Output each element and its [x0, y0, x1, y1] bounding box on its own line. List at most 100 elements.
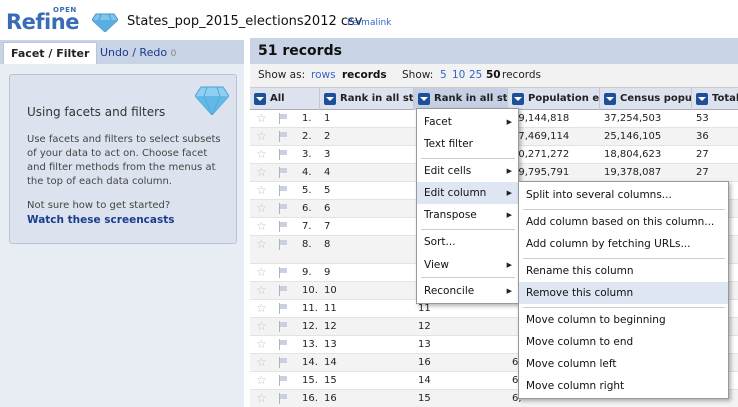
- menu-item-move-left[interactable]: Move column left: [519, 353, 728, 375]
- star-icon[interactable]: ☆: [256, 130, 267, 142]
- menu-item-view[interactable]: View: [417, 254, 518, 276]
- star-icon[interactable]: ☆: [256, 266, 267, 278]
- menu-separator: [523, 307, 725, 308]
- star-icon[interactable]: ☆: [256, 184, 267, 196]
- flag-icon[interactable]: [279, 339, 289, 350]
- menu-item-edit-column[interactable]: Edit column: [417, 182, 518, 204]
- cell-rank2: 15: [418, 393, 431, 404]
- star-icon[interactable]: ☆: [256, 220, 267, 232]
- star-icon[interactable]: ☆: [256, 392, 267, 404]
- menu-item-edit-cells[interactable]: Edit cells: [417, 160, 518, 182]
- menu-item-text-filter[interactable]: Text filter: [417, 133, 518, 155]
- menu-item-move-right[interactable]: Move column right: [519, 375, 728, 397]
- star-icon[interactable]: ☆: [256, 238, 267, 250]
- page-size-25[interactable]: 25: [469, 69, 482, 81]
- permalink-link[interactable]: Permalink: [347, 18, 391, 28]
- menu-item-sort[interactable]: Sort...: [417, 231, 518, 253]
- openrefine-logo[interactable]: Refine OPEN: [6, 6, 118, 36]
- menu-separator: [523, 209, 725, 210]
- row-number: 13.: [302, 339, 318, 350]
- column-header-population[interactable]: Population estimate: [508, 88, 600, 110]
- star-icon[interactable]: ☆: [256, 356, 267, 368]
- menu-item-rename-column[interactable]: Rename this column: [519, 260, 728, 282]
- menu-item-add-column-fetch-urls[interactable]: Add column by fetching URLs...: [519, 233, 728, 255]
- flag-icon[interactable]: [279, 149, 289, 160]
- star-icon[interactable]: ☆: [256, 148, 267, 160]
- flag-icon[interactable]: [279, 375, 289, 386]
- cell-rank1: 10: [324, 285, 337, 296]
- row-number: 15.: [302, 375, 318, 386]
- menu-item-add-column-based[interactable]: Add column based on this column...: [519, 211, 728, 233]
- flag-icon[interactable]: [279, 239, 289, 250]
- flag-icon[interactable]: [279, 185, 289, 196]
- flag-icon[interactable]: [279, 167, 289, 178]
- show-as-label: Show as:: [258, 69, 306, 81]
- view-bar: Show as: rows records Show: 5 10 25 50 r…: [250, 64, 738, 88]
- logo-open-label: OPEN: [53, 6, 77, 14]
- column-menu-dropdown-icon[interactable]: [696, 93, 708, 105]
- undo-count: 0: [170, 49, 177, 59]
- diamond-icon: [195, 86, 229, 115]
- star-icon[interactable]: ☆: [256, 166, 267, 178]
- show-as-rows-link[interactable]: rows: [311, 69, 336, 81]
- column-header-all[interactable]: All: [250, 88, 320, 110]
- screencasts-link[interactable]: Watch these screencasts: [27, 214, 175, 226]
- menu-item-split-column[interactable]: Split into several columns...: [519, 184, 728, 206]
- flag-icon[interactable]: [279, 303, 289, 314]
- star-icon[interactable]: ☆: [256, 202, 267, 214]
- menu-item-move-to-end[interactable]: Move column to end: [519, 331, 728, 353]
- cell-rank1: 16: [324, 393, 337, 404]
- star-icon[interactable]: ☆: [256, 338, 267, 350]
- project-title[interactable]: States_pop_2015_elections2012 csv: [127, 14, 363, 29]
- column-menu-dropdown-icon[interactable]: [604, 93, 616, 105]
- diamond-logo-icon: [92, 13, 118, 32]
- page-size-10[interactable]: 10: [452, 69, 465, 81]
- help-title: Using facets and filters: [27, 105, 166, 119]
- left-panel-tabs: Facet / Filter Undo / Redo 0: [0, 40, 244, 64]
- flag-icon[interactable]: [279, 267, 289, 278]
- star-icon[interactable]: ☆: [256, 320, 267, 332]
- column-header-seats[interactable]: Total seats: [692, 88, 738, 110]
- column-menu-dropdown-icon[interactable]: [254, 93, 266, 105]
- star-icon[interactable]: ☆: [256, 302, 267, 314]
- flag-icon[interactable]: [279, 321, 289, 332]
- column-menu-dropdown-icon[interactable]: [512, 93, 524, 105]
- flag-icon[interactable]: [279, 221, 289, 232]
- menu-item-reconcile[interactable]: Reconcile: [417, 280, 518, 302]
- star-icon[interactable]: ☆: [256, 284, 267, 296]
- tab-undo-redo[interactable]: Undo / Redo 0: [93, 42, 183, 64]
- tab-facet-filter[interactable]: Facet / Filter: [3, 42, 98, 64]
- column-header-rank2[interactable]: Rank in all states: [414, 88, 508, 110]
- flag-icon[interactable]: [279, 113, 289, 124]
- cell-rank1: 3: [324, 149, 331, 160]
- records-count: 51 records: [258, 43, 342, 59]
- flag-icon[interactable]: [279, 203, 289, 214]
- menu-item-facet[interactable]: Facet: [417, 111, 518, 133]
- column-menu-dropdown-icon[interactable]: [418, 93, 430, 105]
- row-number: 14.: [302, 357, 318, 368]
- page-size-5[interactable]: 5: [440, 69, 447, 81]
- menu-item-remove-column[interactable]: Remove this column: [519, 282, 728, 304]
- menu-item-move-to-beginning[interactable]: Move column to beginning: [519, 309, 728, 331]
- flag-icon[interactable]: [279, 357, 289, 368]
- row-number: 3.: [302, 149, 312, 160]
- column-dropdown-menu: Facet Text filter Edit cells Edit column…: [416, 108, 519, 304]
- flag-icon[interactable]: [279, 285, 289, 296]
- column-label: Census population: [620, 93, 692, 104]
- flag-icon[interactable]: [279, 131, 289, 142]
- row-number: 6.: [302, 203, 312, 214]
- star-icon[interactable]: ☆: [256, 374, 267, 386]
- cell-rank1: 4: [324, 167, 331, 178]
- show-as-records-selected: records: [342, 69, 387, 81]
- column-menu-dropdown-icon[interactable]: [324, 93, 336, 105]
- row-number: 9.: [302, 267, 312, 278]
- column-header-census[interactable]: Census population: [600, 88, 692, 110]
- star-icon[interactable]: ☆: [256, 112, 267, 124]
- records-header: 51 records: [250, 38, 738, 64]
- flag-icon[interactable]: [279, 393, 289, 404]
- menu-item-transpose[interactable]: Transpose: [417, 204, 518, 226]
- column-header-rank1[interactable]: Rank in all states: [320, 88, 414, 110]
- edit-column-submenu: Split into several columns... Add column…: [518, 181, 729, 399]
- menu-separator: [421, 229, 515, 230]
- cell-rank1: 6: [324, 203, 331, 214]
